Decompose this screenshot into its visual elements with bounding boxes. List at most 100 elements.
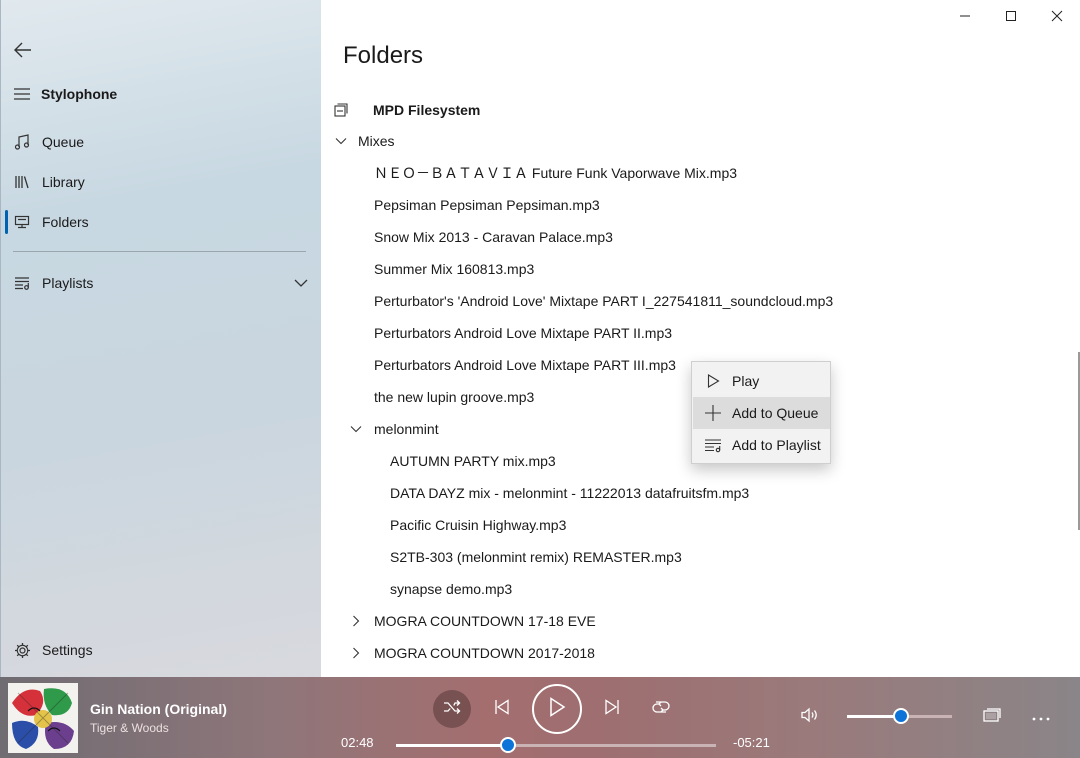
tree-item-label: MOGRA COUNTDOWN 17-18 EVE	[374, 613, 596, 629]
sidebar-item-queue[interactable]: Queue	[1, 124, 322, 160]
remaining-time: -05:21	[733, 735, 770, 750]
seek-thumb[interactable]	[500, 737, 516, 753]
sidebar-item-settings[interactable]: Settings	[1, 632, 322, 668]
page-title: Folders	[343, 42, 424, 69]
nav-menu-toggle[interactable]: Stylophone	[1, 76, 322, 112]
compact-overlay-button[interactable]	[980, 706, 1004, 728]
tree-item-label: Mixes	[358, 133, 395, 149]
context-menu-label: Play	[732, 373, 760, 389]
tree-item-label: Summer Mix 160813.mp3	[374, 261, 535, 277]
seek-fill	[396, 744, 508, 747]
tree-file-row[interactable]: DATA DAYZ mix - melonmint - 11222013 dat…	[321, 477, 1061, 509]
play-icon	[705, 373, 721, 389]
tree-file-row[interactable]: synapse demo.mp3	[321, 573, 1061, 605]
sidebar-item-folders[interactable]: Folders	[1, 204, 322, 240]
sidebar-item-playlists[interactable]: Playlists	[1, 265, 322, 301]
tree-item-label: melonmint	[374, 421, 439, 437]
context-menu-add-to-playlist[interactable]: Add to Playlist	[693, 429, 830, 461]
sidebar-item-label: Queue	[42, 134, 85, 150]
sidebar-item-label: Folders	[42, 214, 89, 230]
context-menu-play[interactable]: Play	[693, 365, 830, 397]
player-bar: Gin Nation (Original) Tiger & Woods 02:4…	[0, 677, 1080, 758]
tree-item-label: MOGRA COUNTDOWN 2017-2018	[374, 645, 595, 661]
tree-item-label: Snow Mix 2013 - Caravan Palace.mp3	[374, 229, 613, 245]
close-icon	[1051, 9, 1063, 27]
tree-item-label: Perturbator's 'Android Love' Mixtape PAR…	[374, 293, 834, 309]
tree-folder-row[interactable]: Mixes	[321, 125, 1061, 157]
repeat-icon	[652, 699, 670, 720]
sidebar-item-library[interactable]: Library	[1, 164, 322, 200]
speaker-icon	[801, 707, 819, 728]
tree-item-label: ＮＥＯ－ＢＡＴＡＶＩＡ Future Funk Vaporwave Mix.mp…	[374, 165, 738, 181]
tree-file-row[interactable]: Summer Mix 160813.mp3	[321, 253, 1061, 285]
gear-icon	[13, 641, 31, 659]
sidebar: Stylophone Queue Library Folders Playlis…	[0, 0, 321, 677]
tree-file-row[interactable]: Snow Mix 2013 - Caravan Palace.mp3	[321, 221, 1061, 253]
library-icon	[13, 173, 31, 191]
sidebar-item-label: Settings	[42, 642, 93, 658]
folder-computer-icon	[13, 213, 31, 231]
music-note-icon	[13, 133, 31, 151]
plus-icon	[705, 405, 721, 421]
tree-file-row[interactable]: ＮＥＯ－ＢＡＴＡＶＩＡ Future Funk Vaporwave Mix.mp…	[321, 157, 1061, 189]
next-button[interactable]	[601, 698, 623, 720]
chevron-down-icon[interactable]	[349, 422, 363, 436]
sidebar-divider	[13, 251, 306, 252]
add-to-playlist-icon	[705, 437, 721, 453]
tree-item-label: Perturbators Android Love Mixtape PART I…	[374, 325, 673, 341]
context-menu-label: Add to Queue	[732, 405, 819, 421]
shuffle-icon	[443, 699, 461, 720]
tree-item-label: Perturbators Android Love Mixtape PART I…	[374, 357, 676, 373]
tree-folder-row[interactable]: MOGRA COUNTDOWN 2017-2018	[321, 637, 1061, 669]
tree-file-row[interactable]: Pepsiman Pepsiman Pepsiman.mp3	[321, 189, 1061, 221]
volume-button[interactable]	[799, 706, 821, 728]
chevron-down-icon[interactable]	[334, 134, 348, 148]
sidebar-item-label: Library	[42, 174, 85, 190]
repeat-button[interactable]	[650, 698, 672, 720]
tree-item-label: Pacific Cruisin Highway.mp3	[390, 517, 567, 533]
chevron-down-icon[interactable]	[294, 276, 308, 290]
tree-item-label: Pepsiman Pepsiman Pepsiman.mp3	[374, 197, 600, 213]
tree-folder-row[interactable]: MOGRA COUNTDOWN 17-18 EVE	[321, 605, 1061, 637]
tree-root-label: MPD Filesystem	[373, 102, 481, 118]
context-menu-add-to-queue[interactable]: Add to Queue	[693, 397, 830, 429]
play-icon	[548, 696, 566, 722]
skip-next-icon	[604, 698, 620, 720]
more-icon	[1032, 708, 1050, 726]
tree-file-row[interactable]: Pacific Cruisin Highway.mp3	[321, 509, 1061, 541]
context-menu-label: Add to Playlist	[732, 437, 821, 453]
more-options-button[interactable]	[1029, 706, 1053, 728]
mini-player-icon	[983, 707, 1001, 727]
back-button[interactable]	[9, 38, 37, 66]
app-title: Stylophone	[41, 86, 118, 102]
tree-item-label: S2TB-303 (melonmint remix) REMASTER.mp3	[390, 549, 682, 565]
main-content: Folders MPD Filesystem Mixes ＮＥＯ－ＢＡＴＡＶＩＡ…	[321, 0, 1080, 677]
collapse-all-icon[interactable]	[334, 103, 348, 117]
chevron-right-icon[interactable]	[349, 614, 363, 628]
minimize-icon	[959, 9, 971, 27]
minimize-button[interactable]	[942, 4, 988, 32]
tree-root[interactable]: MPD Filesystem	[321, 94, 1061, 126]
maximize-icon	[1005, 9, 1017, 27]
hamburger-icon	[13, 85, 31, 103]
playlist-icon	[13, 274, 31, 292]
previous-button[interactable]	[491, 698, 513, 720]
maximize-button[interactable]	[988, 4, 1034, 32]
track-title: Gin Nation (Original)	[90, 701, 227, 717]
tree-item-label: AUTUMN PARTY mix.mp3	[390, 453, 556, 469]
tree-file-row[interactable]: S2TB-303 (melonmint remix) REMASTER.mp3	[321, 541, 1061, 573]
tree-item-label: the new lupin groove.mp3	[374, 389, 535, 405]
volume-thumb[interactable]	[892, 708, 909, 724]
sidebar-item-label: Playlists	[42, 275, 94, 291]
tree-file-row[interactable]: Perturbator's 'Android Love' Mixtape PAR…	[321, 285, 1061, 317]
tree-item-label: synapse demo.mp3	[390, 581, 513, 597]
elapsed-time: 02:48	[341, 735, 374, 750]
shuffle-button[interactable]	[433, 690, 471, 728]
context-menu: Play Add to Queue Add to Playlist	[691, 361, 831, 464]
chevron-right-icon[interactable]	[349, 646, 363, 660]
tree-file-row[interactable]: Perturbators Android Love Mixtape PART I…	[321, 317, 1061, 349]
album-art[interactable]	[8, 683, 78, 753]
skip-previous-icon	[494, 698, 510, 720]
play-button[interactable]	[532, 684, 582, 734]
close-button[interactable]	[1034, 4, 1080, 32]
